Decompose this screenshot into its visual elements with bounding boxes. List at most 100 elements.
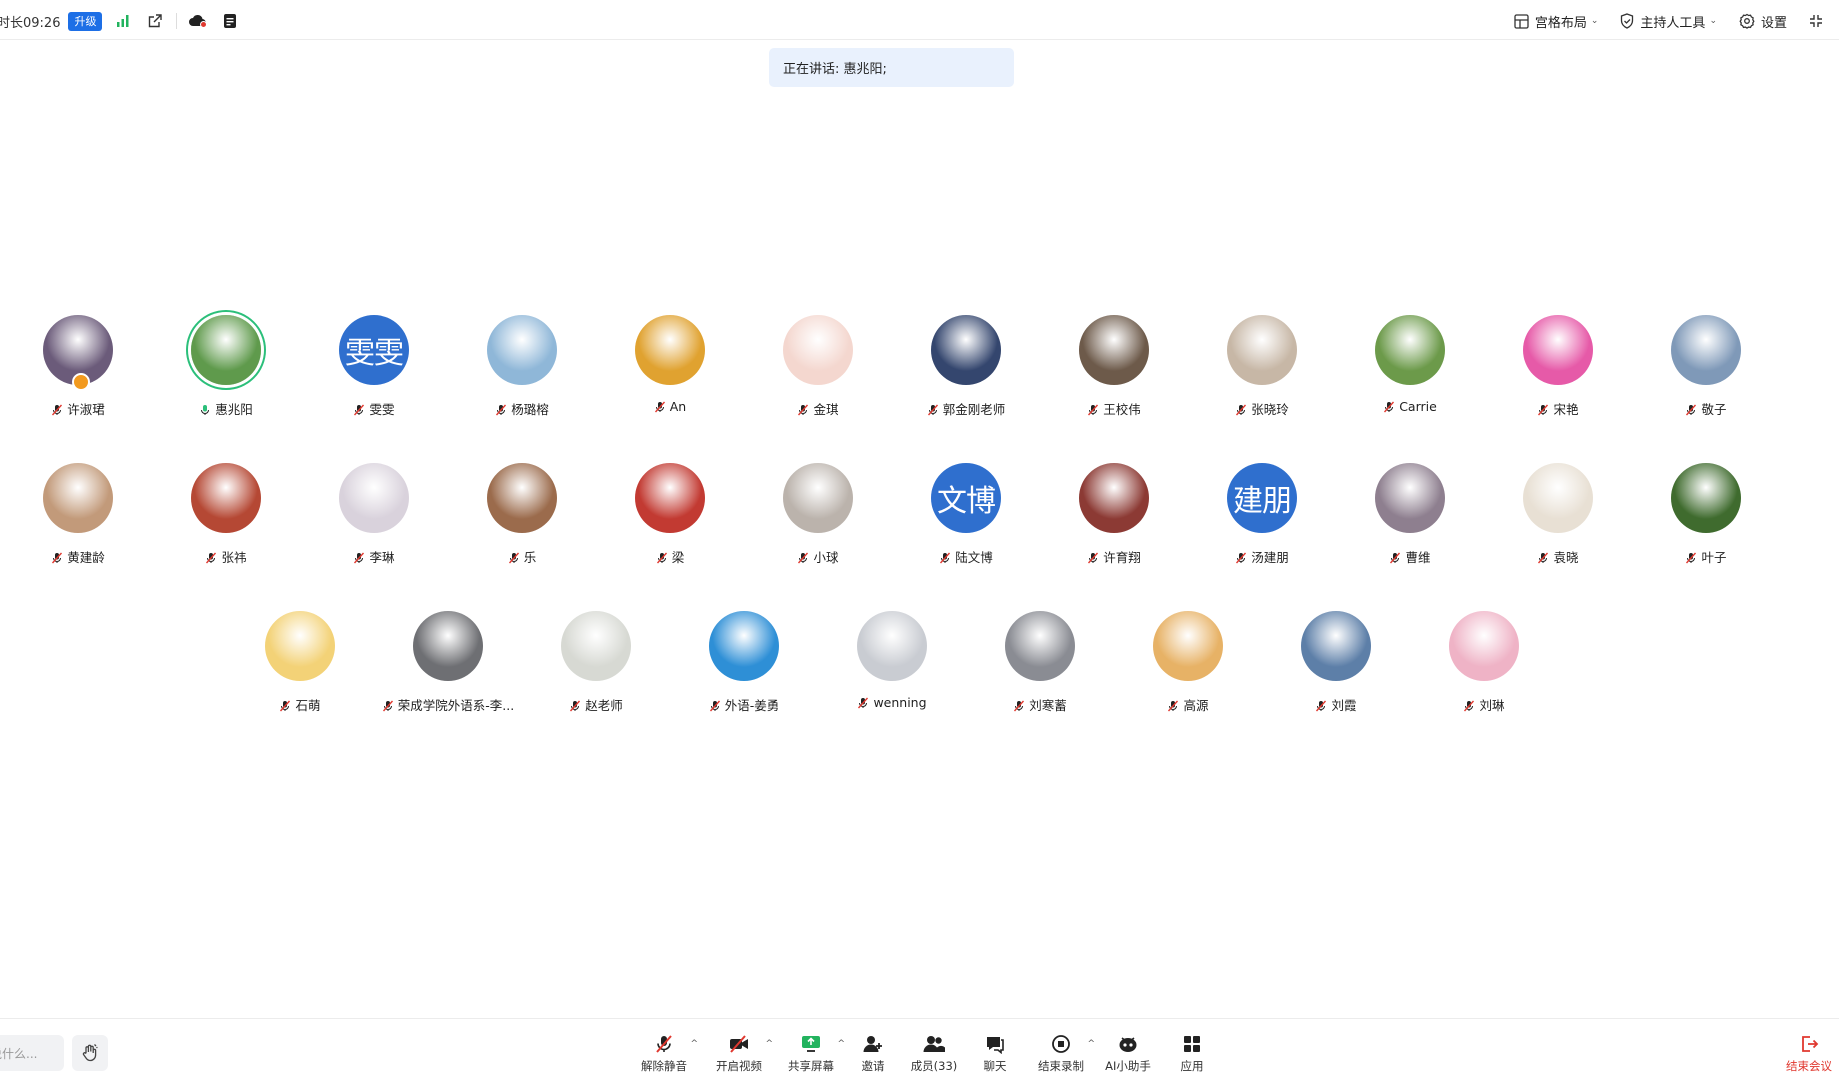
mic-muted-icon xyxy=(797,552,809,567)
avatar-photo-field xyxy=(1375,315,1445,385)
settings-label: 设置 xyxy=(1760,15,1787,31)
participant-tile[interactable]: 梁 xyxy=(596,463,744,573)
share-label: 共享屏幕 xyxy=(788,1059,834,1073)
participant-tile[interactable]: 建朋 汤建朋 xyxy=(1188,463,1336,573)
avatar-photo-blossom xyxy=(857,611,927,681)
participant-name: 李琳 xyxy=(369,550,395,565)
avatar-photo-pink-field xyxy=(1449,611,1519,681)
participant-tile[interactable]: 叶子 xyxy=(1632,463,1780,573)
members-button[interactable]: 成员(33) xyxy=(902,1033,966,1074)
participant-name: 赵老师 xyxy=(585,698,623,713)
participant-name: 叶子 xyxy=(1701,550,1727,565)
participant-tile[interactable]: An xyxy=(596,315,744,425)
chevron-down-icon: ⌄ xyxy=(1590,16,1599,26)
avatar-photo-sunflower xyxy=(635,315,705,385)
mic-muted-icon xyxy=(508,552,520,567)
participant-tile[interactable]: 袁晓 xyxy=(1484,463,1632,573)
chat-quick-input[interactable]: 说什么... xyxy=(0,1035,64,1071)
participant-tile[interactable]: 宋艳 xyxy=(1484,315,1632,425)
mic-off-icon xyxy=(632,1033,696,1055)
host-tools-menu[interactable]: 主持人工具 ⌄ xyxy=(1620,12,1717,31)
participant-tile[interactable]: 许淑珺 xyxy=(4,315,152,425)
apps-label: 应用 xyxy=(1180,1059,1204,1073)
participant-tile[interactable]: 刘琳 xyxy=(1410,611,1558,721)
participant-name-row: 黄建龄 xyxy=(4,547,152,567)
share-button[interactable]: 共享屏幕 ^ xyxy=(779,1033,845,1074)
participant-tile[interactable]: 杨璐榕 xyxy=(448,315,596,425)
participant-tile[interactable]: 惠兆阳 xyxy=(152,315,300,425)
settings-button[interactable]: 设置 xyxy=(1739,12,1787,31)
ai-button[interactable]: AI小助手 xyxy=(1096,1033,1160,1074)
participant-name-row: 张祎 xyxy=(152,547,300,567)
layout-menu[interactable]: 宫格布局 ⌄ xyxy=(1514,12,1599,31)
participant-tile[interactable]: 金琪 xyxy=(744,315,892,425)
participant-name: 石萌 xyxy=(295,698,321,713)
divider xyxy=(176,13,178,29)
chevron-up-icon[interactable]: ^ xyxy=(765,1039,773,1049)
mic-active-icon xyxy=(199,404,211,419)
participant-tile[interactable]: 曹维 xyxy=(1336,463,1484,573)
avatar-photo-sunset-sea xyxy=(1005,611,1075,681)
participant-tile[interactable]: 李琳 xyxy=(300,463,448,573)
raise-hand-button[interactable] xyxy=(72,1035,108,1071)
participant-tile[interactable]: 刘霞 xyxy=(1262,611,1410,721)
mic-muted-icon xyxy=(382,700,394,715)
signal-icon[interactable] xyxy=(112,10,134,32)
chat-icon xyxy=(963,1033,1027,1055)
apps-icon xyxy=(1160,1033,1224,1055)
chevron-up-icon[interactable]: ^ xyxy=(690,1039,698,1049)
avatar-photo-cartoon-round xyxy=(1153,611,1223,681)
chat-label: 聊天 xyxy=(983,1059,1007,1073)
participant-tile[interactable]: 许育翔 xyxy=(1040,463,1188,573)
participant-tile[interactable]: 敬子 xyxy=(1632,315,1780,425)
record-button[interactable]: 结束录制 ^ xyxy=(1029,1033,1095,1074)
apps-button[interactable]: 应用 xyxy=(1160,1033,1224,1074)
participant-name: 王校伟 xyxy=(1103,402,1141,417)
exit-fullscreen-button[interactable] xyxy=(1809,14,1829,28)
participant-tile[interactable]: 外语-姜勇 xyxy=(670,611,818,721)
participant-name-row: 杨璐榕 xyxy=(448,399,596,419)
participant-name: 曹维 xyxy=(1405,550,1431,565)
participant-tile[interactable]: 小球 xyxy=(744,463,892,573)
participant-name: 外语-姜勇 xyxy=(724,698,780,713)
participant-name: 梁 xyxy=(671,550,685,565)
unmute-button[interactable]: 解除静音 ^ xyxy=(632,1033,698,1074)
participant-tile[interactable]: Carrie xyxy=(1336,315,1484,425)
participant-tile[interactable]: 石萌 xyxy=(226,611,374,721)
participant-tile[interactable]: 高源 xyxy=(1114,611,1262,721)
video-label: 开启视频 xyxy=(716,1059,762,1073)
chat-button[interactable]: 聊天 xyxy=(963,1033,1027,1074)
participant-tile[interactable]: 王校伟 xyxy=(1040,315,1188,425)
participant-tile[interactable]: 荣成学院外语系-李... xyxy=(374,611,522,721)
participant-tile[interactable]: 刘寒蓄 xyxy=(966,611,1114,721)
upgrade-badge[interactable]: 升级 xyxy=(68,11,103,31)
participant-tile[interactable]: 郭金刚老师 xyxy=(892,315,1040,425)
avatar-photo-blue-apple xyxy=(709,611,779,681)
mic-muted-icon xyxy=(1537,552,1549,567)
participant-name-row: 刘霞 xyxy=(1262,695,1410,715)
end-meeting-button[interactable]: 结束会议 xyxy=(1779,1033,1839,1074)
text-avatar: 文博 xyxy=(931,463,1001,533)
participant-name-row: 小球 xyxy=(744,547,892,567)
participant-tile[interactable]: 黄建龄 xyxy=(4,463,152,573)
mic-muted-icon xyxy=(654,401,666,416)
cloud-record-icon[interactable] xyxy=(187,10,209,32)
invite-button[interactable]: 邀请 xyxy=(841,1033,905,1074)
participant-tile[interactable]: wenning xyxy=(818,611,966,721)
participant-tile[interactable]: 张晓玲 xyxy=(1188,315,1336,425)
participant-name: 陆文博 xyxy=(955,550,993,565)
participant-tile[interactable]: 文博陆文博 xyxy=(892,463,1040,573)
participant-tile[interactable]: 乐 xyxy=(448,463,596,573)
notes-icon[interactable] xyxy=(219,10,241,32)
participant-tile[interactable]: 张祎 xyxy=(152,463,300,573)
avatar-photo-sky-building xyxy=(1671,315,1741,385)
participant-name-row: 张晓玲 xyxy=(1188,399,1336,419)
participant-tile[interactable]: 赵老师 xyxy=(522,611,670,721)
chevron-up-icon[interactable]: ^ xyxy=(1087,1039,1095,1049)
top-bar-right: 宫格布局 ⌄ 主持人工具 ⌄ 设置 xyxy=(1492,10,1829,32)
exit-icon xyxy=(1802,1036,1819,1052)
popout-icon[interactable] xyxy=(144,10,166,32)
participant-name: 刘寒蓄 xyxy=(1029,698,1067,713)
video-button[interactable]: 开启视频 ^ xyxy=(707,1033,773,1074)
participant-tile[interactable]: 雯雯 雯雯 xyxy=(300,315,448,425)
